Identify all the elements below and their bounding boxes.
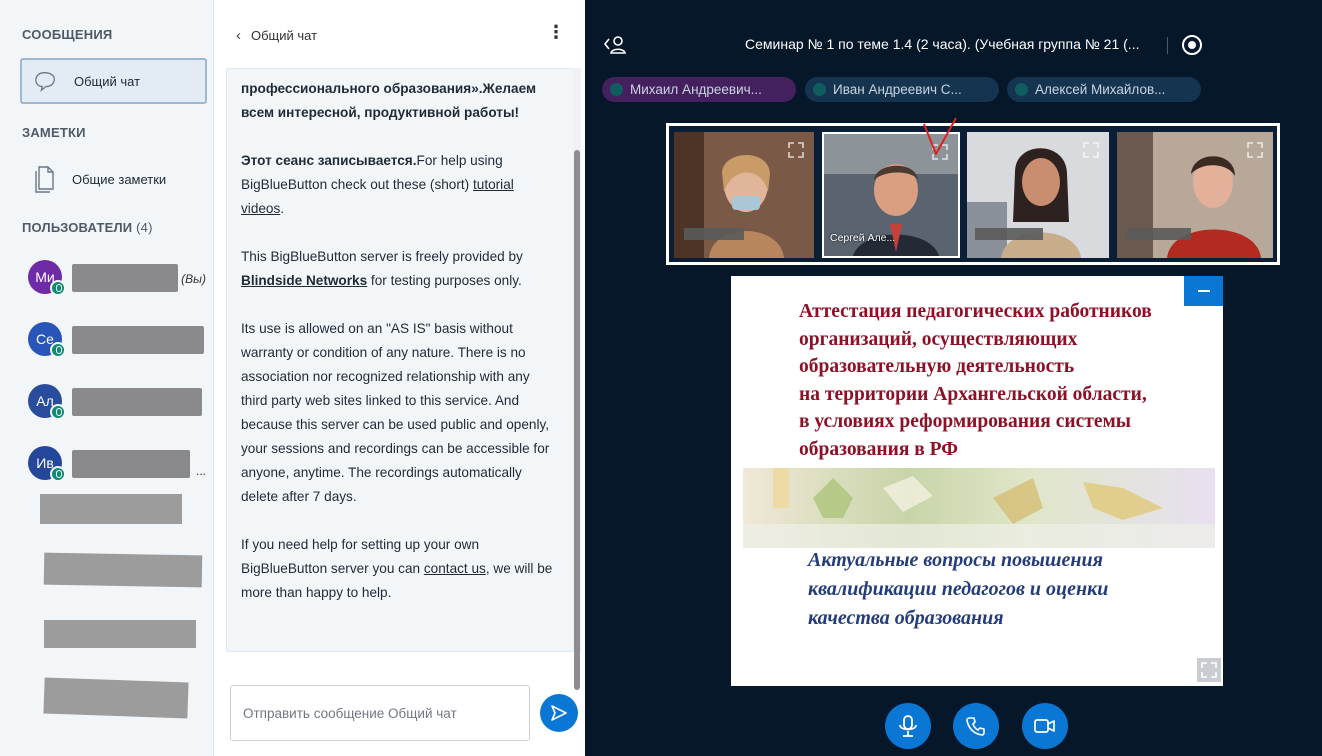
share-camera-button[interactable]: [1022, 703, 1068, 749]
redacted-user-name: [72, 326, 204, 354]
redacted-user-name: [72, 264, 178, 292]
video-tile[interactable]: [674, 132, 814, 258]
system-message: профессионального образования».Желаем вс…: [241, 77, 556, 629]
truncation-ellipsis: ...: [195, 464, 206, 478]
presentation-slide: Аттестация педагогических работников орг…: [731, 276, 1223, 686]
microphone-icon: [899, 715, 917, 737]
expand-icon[interactable]: [1245, 140, 1265, 160]
chevron-left-icon[interactable]: ‹: [236, 27, 241, 44]
microphone-icon: [50, 280, 66, 296]
user-list-item[interactable]: Ал: [28, 384, 208, 424]
redaction-block: [44, 620, 196, 648]
nav-bar: Семинар № 1 по теме 1.4 (2 часа). (Учебн…: [585, 0, 1322, 64]
minimize-presentation-button[interactable]: [1184, 276, 1223, 306]
sidebar-item-shared-notes[interactable]: Общие заметки: [20, 156, 207, 202]
expand-icon[interactable]: [786, 140, 806, 160]
video-list: Сергей Але...: [666, 123, 1280, 265]
users-title-text: ПОЛЬЗОВАТЕЛИ: [22, 220, 133, 235]
leave-audio-button[interactable]: [953, 703, 999, 749]
redacted-user-name: [975, 228, 1043, 240]
user-list-sidebar: СООБЩЕНИЯ Общий чат ЗАМЕТКИ Общие заметк…: [0, 0, 214, 756]
video-tile[interactable]: [1117, 132, 1273, 258]
notes-section-title: ЗАМЕТКИ: [22, 125, 86, 140]
meeting-area: Семинар № 1 по теме 1.4 (2 часа). (Учебн…: [585, 0, 1322, 756]
user-list-item[interactable]: Ив ...: [28, 446, 208, 486]
users-section-title: ПОЛЬЗОВАТЕЛИ (4): [22, 220, 153, 235]
chat-header: ‹ Общий чат ⋮: [236, 22, 571, 48]
send-arrow-icon: [551, 705, 567, 721]
redaction-block: [43, 552, 203, 588]
user-list-item[interactable]: Се: [28, 322, 208, 362]
fullscreen-button[interactable]: [1197, 658, 1221, 682]
microphone-icon: [50, 404, 66, 420]
slide-decorative-banner: [743, 468, 1215, 548]
video-tile[interactable]: [967, 132, 1109, 258]
microphone-icon: [50, 466, 66, 482]
recording-notice: Этот сеанс записывается.: [241, 153, 417, 168]
slide-heading: Аттестация педагогических работников орг…: [799, 301, 1152, 460]
redacted-user-name: [72, 450, 190, 478]
chat-scrollbar-thumb[interactable]: [574, 150, 580, 690]
talking-indicator[interactable]: Михаил Андреевич...: [602, 77, 796, 102]
as-is-notice: Its use is allowed on an "AS IS" basis w…: [241, 321, 550, 504]
user-icon: [603, 36, 626, 54]
redacted-user-name: [684, 228, 744, 240]
chat-bubble-icon: [34, 69, 58, 93]
toggle-user-list-button[interactable]: [603, 34, 629, 56]
sidebar-item-label: Общий чат: [74, 73, 141, 89]
chat-message-list[interactable]: профессионального образования».Желаем вс…: [226, 68, 576, 652]
redacted-user-name: [1127, 228, 1191, 240]
sidebar-item-label: Общие заметки: [72, 171, 167, 187]
public-chat-panel: ‹ Общий чат ⋮ профессионального образова…: [214, 0, 585, 756]
server-text-end: for testing purposes only.: [367, 273, 522, 288]
messages-section-title: СООБЩЕНИЯ: [22, 27, 113, 42]
recording-indicator[interactable]: [1182, 35, 1202, 55]
annotation-checkmark: [923, 117, 957, 155]
users-count: (4): [136, 220, 153, 235]
message-intro: профессионального образования».Желаем вс…: [241, 81, 537, 120]
divider: [1167, 37, 1168, 54]
bigbluebutton-app: СООБЩЕНИЯ Общий чат ЗАМЕТКИ Общие заметк…: [0, 0, 1322, 756]
document-icon: [32, 166, 56, 193]
send-message-button[interactable]: [540, 694, 578, 732]
kebab-icon[interactable]: ⋮: [547, 22, 565, 42]
user-list-item[interactable]: Ми (Вы): [28, 260, 208, 300]
slide-subheading: Актуальные вопросы повышения квалификаци…: [808, 549, 1109, 629]
you-label: (Вы): [181, 272, 206, 286]
expand-icon[interactable]: [1081, 140, 1101, 160]
camera-icon: [1034, 719, 1055, 733]
talking-indicator[interactable]: Алексей Михайлов...: [1007, 77, 1201, 102]
server-text: This BigBlueButton server is freely prov…: [241, 249, 523, 264]
contact-us-link[interactable]: contact us: [424, 561, 486, 576]
meeting-title: Семинар № 1 по теме 1.4 (2 часа). (Учебн…: [745, 36, 1140, 52]
microphone-button[interactable]: [885, 703, 931, 749]
help-text-end: .: [280, 201, 285, 216]
talking-indicator[interactable]: Иван Андреевич С...: [805, 77, 999, 102]
sidebar-item-public-chat[interactable]: Общий чат: [20, 58, 207, 104]
video-tile-name: Сергей Але...: [830, 232, 896, 244]
redacted-user-name: [72, 388, 202, 416]
blindside-networks-link[interactable]: Blindside Networks: [241, 273, 367, 288]
phone-icon: [966, 717, 985, 736]
microphone-icon: [50, 342, 66, 358]
redaction-block: [43, 677, 189, 719]
chat-message-input[interactable]: [230, 685, 530, 741]
fullscreen-icon: [1201, 662, 1217, 678]
redaction-block: [40, 494, 182, 524]
chat-title[interactable]: Общий чат: [251, 28, 317, 43]
